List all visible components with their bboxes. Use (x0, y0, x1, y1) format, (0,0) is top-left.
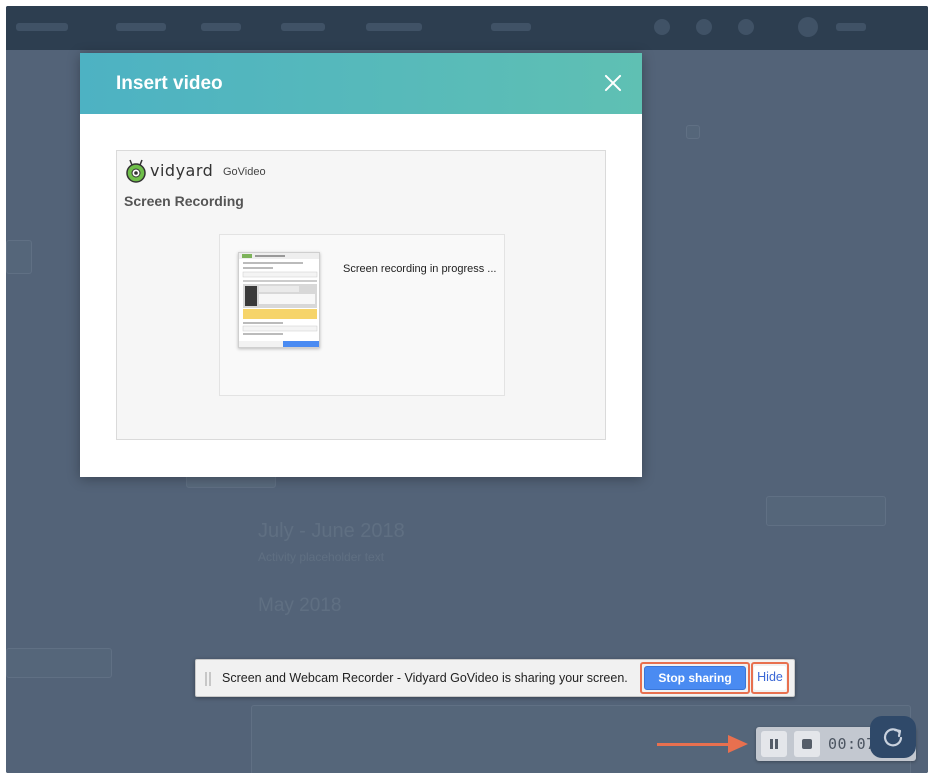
dialog-header: Insert video (80, 53, 642, 114)
recording-status-box: Screen recording in progress ... (219, 234, 505, 396)
close-icon[interactable] (602, 72, 624, 94)
vidyard-icon (126, 159, 146, 183)
stop-icon (802, 739, 812, 749)
pause-icon (770, 739, 778, 749)
arrow-head (728, 735, 748, 753)
insert-video-dialog: Insert video vidyard GoVideo Screen Reco… (80, 53, 642, 477)
share-message: Screen and Webcam Recorder - Vidyard GoV… (222, 671, 628, 685)
stop-button[interactable] (794, 731, 820, 757)
arrow-annotation (657, 743, 731, 746)
refresh-icon (883, 728, 903, 747)
app-window: July - June 2018 Activity placeholder te… (6, 6, 928, 773)
drag-handle[interactable] (205, 672, 211, 686)
refresh-button[interactable] (870, 716, 916, 758)
govideo-panel: vidyard GoVideo Screen Recording Screen … (116, 150, 606, 440)
dialog-title: Insert video (116, 73, 223, 94)
pause-button[interactable] (761, 731, 787, 757)
brand-name: vidyard (150, 161, 214, 180)
recording-thumbnail (238, 252, 320, 348)
recording-timer: 00:07 (828, 735, 876, 753)
stop-sharing-button[interactable]: Stop sharing (644, 666, 746, 690)
vidyard-logo: vidyard GoVideo (125, 159, 325, 185)
panel-heading: Screen Recording (124, 193, 244, 209)
screen-share-notification: Screen and Webcam Recorder - Vidyard GoV… (195, 659, 795, 697)
product-name: GoVideo (223, 166, 266, 178)
recording-status-text: Screen recording in progress ... (343, 263, 497, 275)
hide-button[interactable]: Hide (754, 666, 786, 690)
